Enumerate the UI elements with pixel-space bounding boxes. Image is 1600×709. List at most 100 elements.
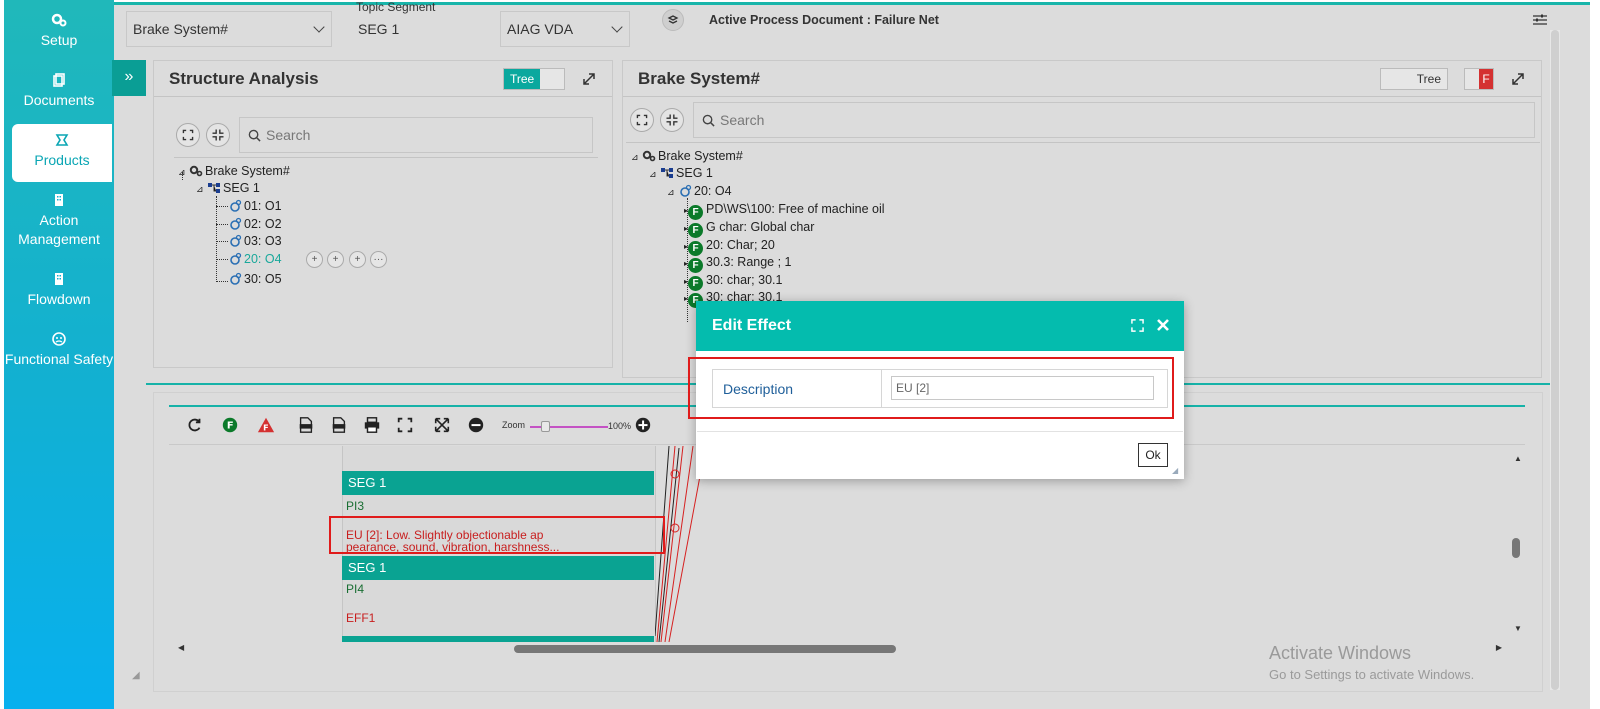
tree-node-op-label: 20: O4 — [694, 184, 732, 198]
tree-connector — [216, 241, 228, 242]
export-svg-button[interactable] — [297, 416, 317, 436]
dialog-resize-grip-icon[interactable]: ◢ — [1172, 466, 1178, 475]
settings-sliders-button[interactable] — [1532, 12, 1548, 28]
nav-documents-label: Documents — [23, 92, 95, 108]
scroll-down-icon[interactable]: ▼ — [1514, 624, 1522, 633]
tree-node-char-label: 30.3: Range ; 1 — [706, 255, 792, 269]
brake-tree-toggle[interactable]: Tree — [1380, 68, 1448, 90]
print-button[interactable] — [363, 416, 383, 436]
collapse-all-button[interactable] — [206, 123, 230, 147]
nav-products[interactable]: Products — [12, 124, 112, 182]
nav-documents[interactable]: Documents — [4, 72, 114, 110]
plus-icon: + — [354, 254, 361, 265]
nav-setup[interactable]: Setup — [4, 12, 114, 50]
products-icon — [55, 134, 69, 146]
brake-search-input[interactable]: Search — [693, 102, 1535, 138]
graph-card-head[interactable]: SEG 1 — [342, 556, 654, 580]
brake-search-divider — [626, 142, 1540, 143]
add-failure-button[interactable]: F — [257, 416, 277, 436]
tree-node-char[interactable]: ▸ F G char: Global char — [684, 220, 814, 238]
graph-process-item[interactable]: PI3 — [346, 499, 364, 513]
tree-node-char[interactable]: ▸ F 30.3: Range ; 1 — [684, 255, 792, 273]
tree-node-op[interactable]: ⊿ 20: O4 — [667, 184, 732, 200]
expand-panel-button[interactable]: » — [112, 60, 146, 96]
dialog-close-button[interactable] — [1156, 318, 1171, 333]
building-icon — [55, 273, 63, 285]
zoom-slider-thumb[interactable] — [541, 421, 550, 432]
collapse-all-button[interactable] — [660, 108, 684, 132]
add-function-button[interactable]: F — [221, 416, 241, 436]
page-scrollbar[interactable] — [1550, 30, 1560, 690]
expand-view-button[interactable] — [433, 416, 453, 436]
canvas-vertical-scrollbar[interactable]: ▲ ▼ — [1510, 450, 1524, 642]
export-png-button[interactable] — [330, 416, 350, 436]
tree-connector — [216, 224, 228, 225]
function-badge-icon: F — [222, 417, 238, 433]
failure-toggle[interactable]: F — [1464, 68, 1494, 90]
page-scrollbar-thumb[interactable] — [1551, 30, 1559, 690]
add-sibling-button[interactable]: + — [327, 251, 344, 268]
expand-icon — [636, 114, 648, 126]
more-options-button[interactable]: ··· — [370, 251, 387, 268]
tree-node-root[interactable]: ⊿ Brake System# — [178, 164, 290, 180]
expand-all-button[interactable] — [630, 108, 654, 132]
resize-grip-icon[interactable]: ◢ — [132, 670, 140, 681]
tree-node-op[interactable]: 30: O5 — [228, 272, 282, 287]
vertical-scrollbar-thumb[interactable] — [1512, 538, 1520, 558]
nav-flowdown[interactable]: Flowdown — [4, 271, 114, 309]
brake-maximize-button[interactable] — [1510, 71, 1526, 87]
structure-tree-toggle[interactable]: Tree — [503, 68, 565, 90]
ok-button[interactable]: Ok — [1138, 443, 1168, 467]
zoom-value: 100% — [608, 421, 632, 431]
nav-flowdown-label: Flowdown — [27, 291, 91, 307]
expand-all-button[interactable] — [176, 123, 200, 147]
zoom-in-button[interactable] — [634, 416, 654, 436]
chevron-down-icon — [313, 21, 325, 33]
fit-view-button[interactable] — [396, 416, 416, 436]
scroll-up-icon[interactable]: ▲ — [1514, 454, 1522, 463]
tree-node-op[interactable]: 02: O2 — [228, 217, 282, 232]
graph-card-head[interactable]: SEG 1 — [342, 471, 654, 495]
failure-warning-icon: F — [257, 417, 275, 432]
plus-circle-icon — [635, 417, 651, 433]
tree-node-char[interactable]: ▸ F 20: Char; 20 — [684, 238, 775, 256]
dialog-maximize-button[interactable] — [1131, 319, 1145, 333]
operation-icon — [680, 184, 692, 197]
graph-process-item[interactable]: PI4 — [346, 582, 364, 596]
tree-node-op[interactable]: 03: O3 — [228, 234, 282, 249]
segment-icon — [661, 168, 674, 178]
topic-segment-value[interactable]: SEG 1 — [358, 21, 399, 37]
svg-file-icon — [299, 417, 313, 433]
tree-node-seg[interactable]: ⊿ SEG 1 — [649, 166, 713, 182]
failure-toggle-label: F — [1479, 69, 1493, 89]
structure-maximize-button[interactable] — [581, 71, 597, 87]
tree-node-char[interactable]: ▸F30: char; 30.1 — [684, 273, 782, 291]
refresh-icon — [188, 418, 201, 432]
structure-divider — [154, 96, 612, 97]
tree-node-seg[interactable]: ⊿ SEG 1 — [196, 181, 260, 197]
nav-functional-safety[interactable]: Functional Safety — [4, 331, 114, 369]
scroll-left-icon[interactable]: ◀ — [178, 643, 184, 652]
add-item-button[interactable]: + — [349, 251, 366, 268]
standard-select[interactable]: AIAG VDA — [500, 11, 630, 47]
zoom-out-button[interactable] — [467, 416, 487, 436]
layers-button[interactable] — [662, 9, 684, 31]
building-icon — [55, 194, 63, 206]
double-chevron-right-icon: » — [124, 68, 134, 85]
safety-icon — [52, 332, 66, 346]
refresh-button[interactable] — [186, 416, 206, 436]
tree-node-op[interactable]: 01: O1 — [228, 199, 282, 214]
function-badge-icon: F — [688, 276, 704, 291]
scroll-right-icon[interactable]: ▶ — [1496, 643, 1502, 652]
add-child-button[interactable]: + — [306, 251, 323, 268]
tree-node-root[interactable]: ⊿ Brake System# — [631, 149, 743, 165]
tree-node-op-label: 30: O5 — [244, 272, 282, 286]
horizontal-scrollbar-thumb[interactable] — [514, 645, 896, 653]
tree-node-op-selected[interactable]: 20: O4 — [228, 252, 282, 267]
tree-node-char[interactable]: ▸ F PD\WS\100: Free of machine oil — [684, 202, 885, 220]
structure-search-input[interactable]: Search — [239, 117, 593, 153]
operation-icon — [230, 217, 242, 230]
graph-effect-item[interactable]: EFF1 — [346, 611, 375, 625]
nav-action-management[interactable]: Action Management — [4, 192, 114, 249]
product-select[interactable]: Brake System# — [126, 11, 332, 47]
